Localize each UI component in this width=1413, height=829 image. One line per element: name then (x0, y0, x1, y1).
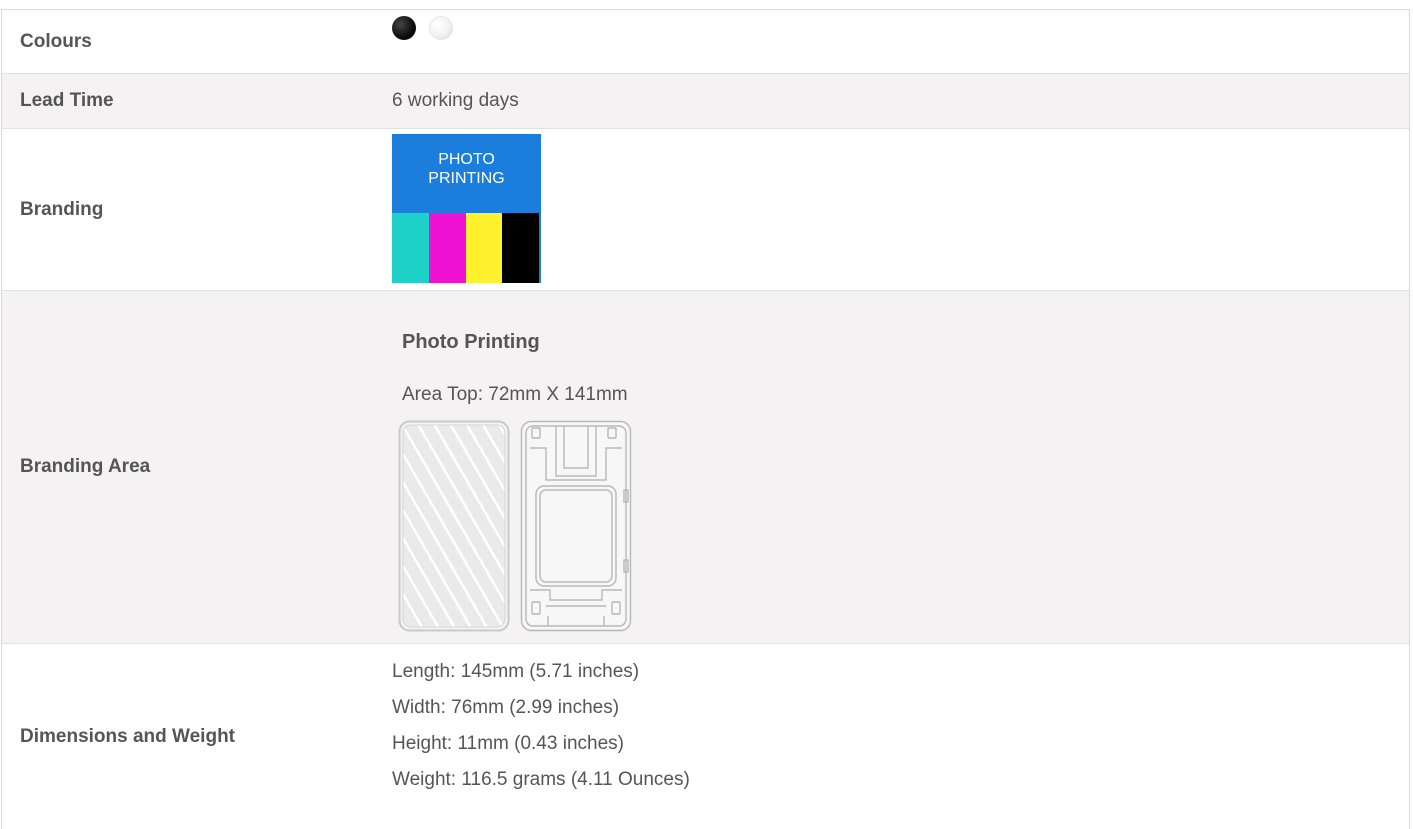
cmyk-yellow (465, 213, 503, 283)
branding-area-size: Area Top: 72mm X 141mm (402, 384, 628, 405)
spec-label-dimensions: Dimensions and Weight (20, 725, 236, 747)
badge-text: PHOTO PRINTING (412, 150, 522, 188)
dimension-length: Length: 145mm (5.71 inches) (392, 661, 640, 682)
dimension-weight: Weight: 116.5 grams (4.11 Ounces) (392, 769, 690, 790)
spec-value-colours (375, 10, 1409, 73)
spec-row-dimensions: Dimensions and Weight Length: 145mm (5.7… (2, 644, 1409, 829)
dimension-height: Height: 11mm (0.43 inches) (392, 733, 624, 754)
cmyk-strip (392, 213, 539, 283)
cmyk-black (502, 213, 539, 283)
spec-row-lead-time: Lead Time 6 working days (2, 74, 1409, 129)
spec-label-branding: Branding (20, 198, 104, 220)
branding-area-details: Photo Printing Area Top: 72mm X 141mm (392, 329, 632, 632)
spec-value-dimensions: Length: 145mm (5.71 inches) Width: 76mm … (375, 644, 1409, 829)
case-top-diagram (398, 420, 510, 632)
case-back-diagram (520, 420, 632, 632)
spec-label-branding-area: Branding Area (20, 456, 151, 477)
spec-row-branding: Branding PHOTO PRINTING (2, 129, 1409, 291)
spec-value-lead-time: 6 working days (392, 90, 519, 111)
spec-value-branding: PHOTO PRINTING (375, 129, 1409, 290)
branding-area-images (398, 420, 632, 632)
spec-label-colours: Colours (20, 30, 92, 52)
badge-line-1: PHOTO (438, 151, 495, 168)
colour-swatch-black[interactable] (392, 15, 416, 40)
colour-swatches (392, 15, 453, 40)
photo-printing-badge: PHOTO PRINTING (392, 134, 541, 283)
spec-value-branding-area: Photo Printing Area Top: 72mm X 141mm (375, 291, 1409, 643)
product-spec-table: Colours Lead Time 6 working days Brandin… (1, 9, 1410, 829)
dimensions-list: Length: 145mm (5.71 inches) Width: 76mm … (392, 656, 690, 792)
cmyk-magenta (428, 213, 466, 283)
branding-method-title: Photo Printing (402, 331, 540, 353)
spec-row-colours: Colours (2, 10, 1409, 74)
badge-line-2: PRINTING (428, 170, 505, 187)
cmyk-cyan (392, 213, 429, 283)
dimension-width: Width: 76mm (2.99 inches) (392, 697, 620, 718)
colour-swatch-white[interactable] (429, 15, 453, 40)
spec-label-lead-time: Lead Time (20, 90, 114, 111)
spec-row-branding-area: Branding Area Photo Printing Area Top: 7… (2, 291, 1409, 644)
